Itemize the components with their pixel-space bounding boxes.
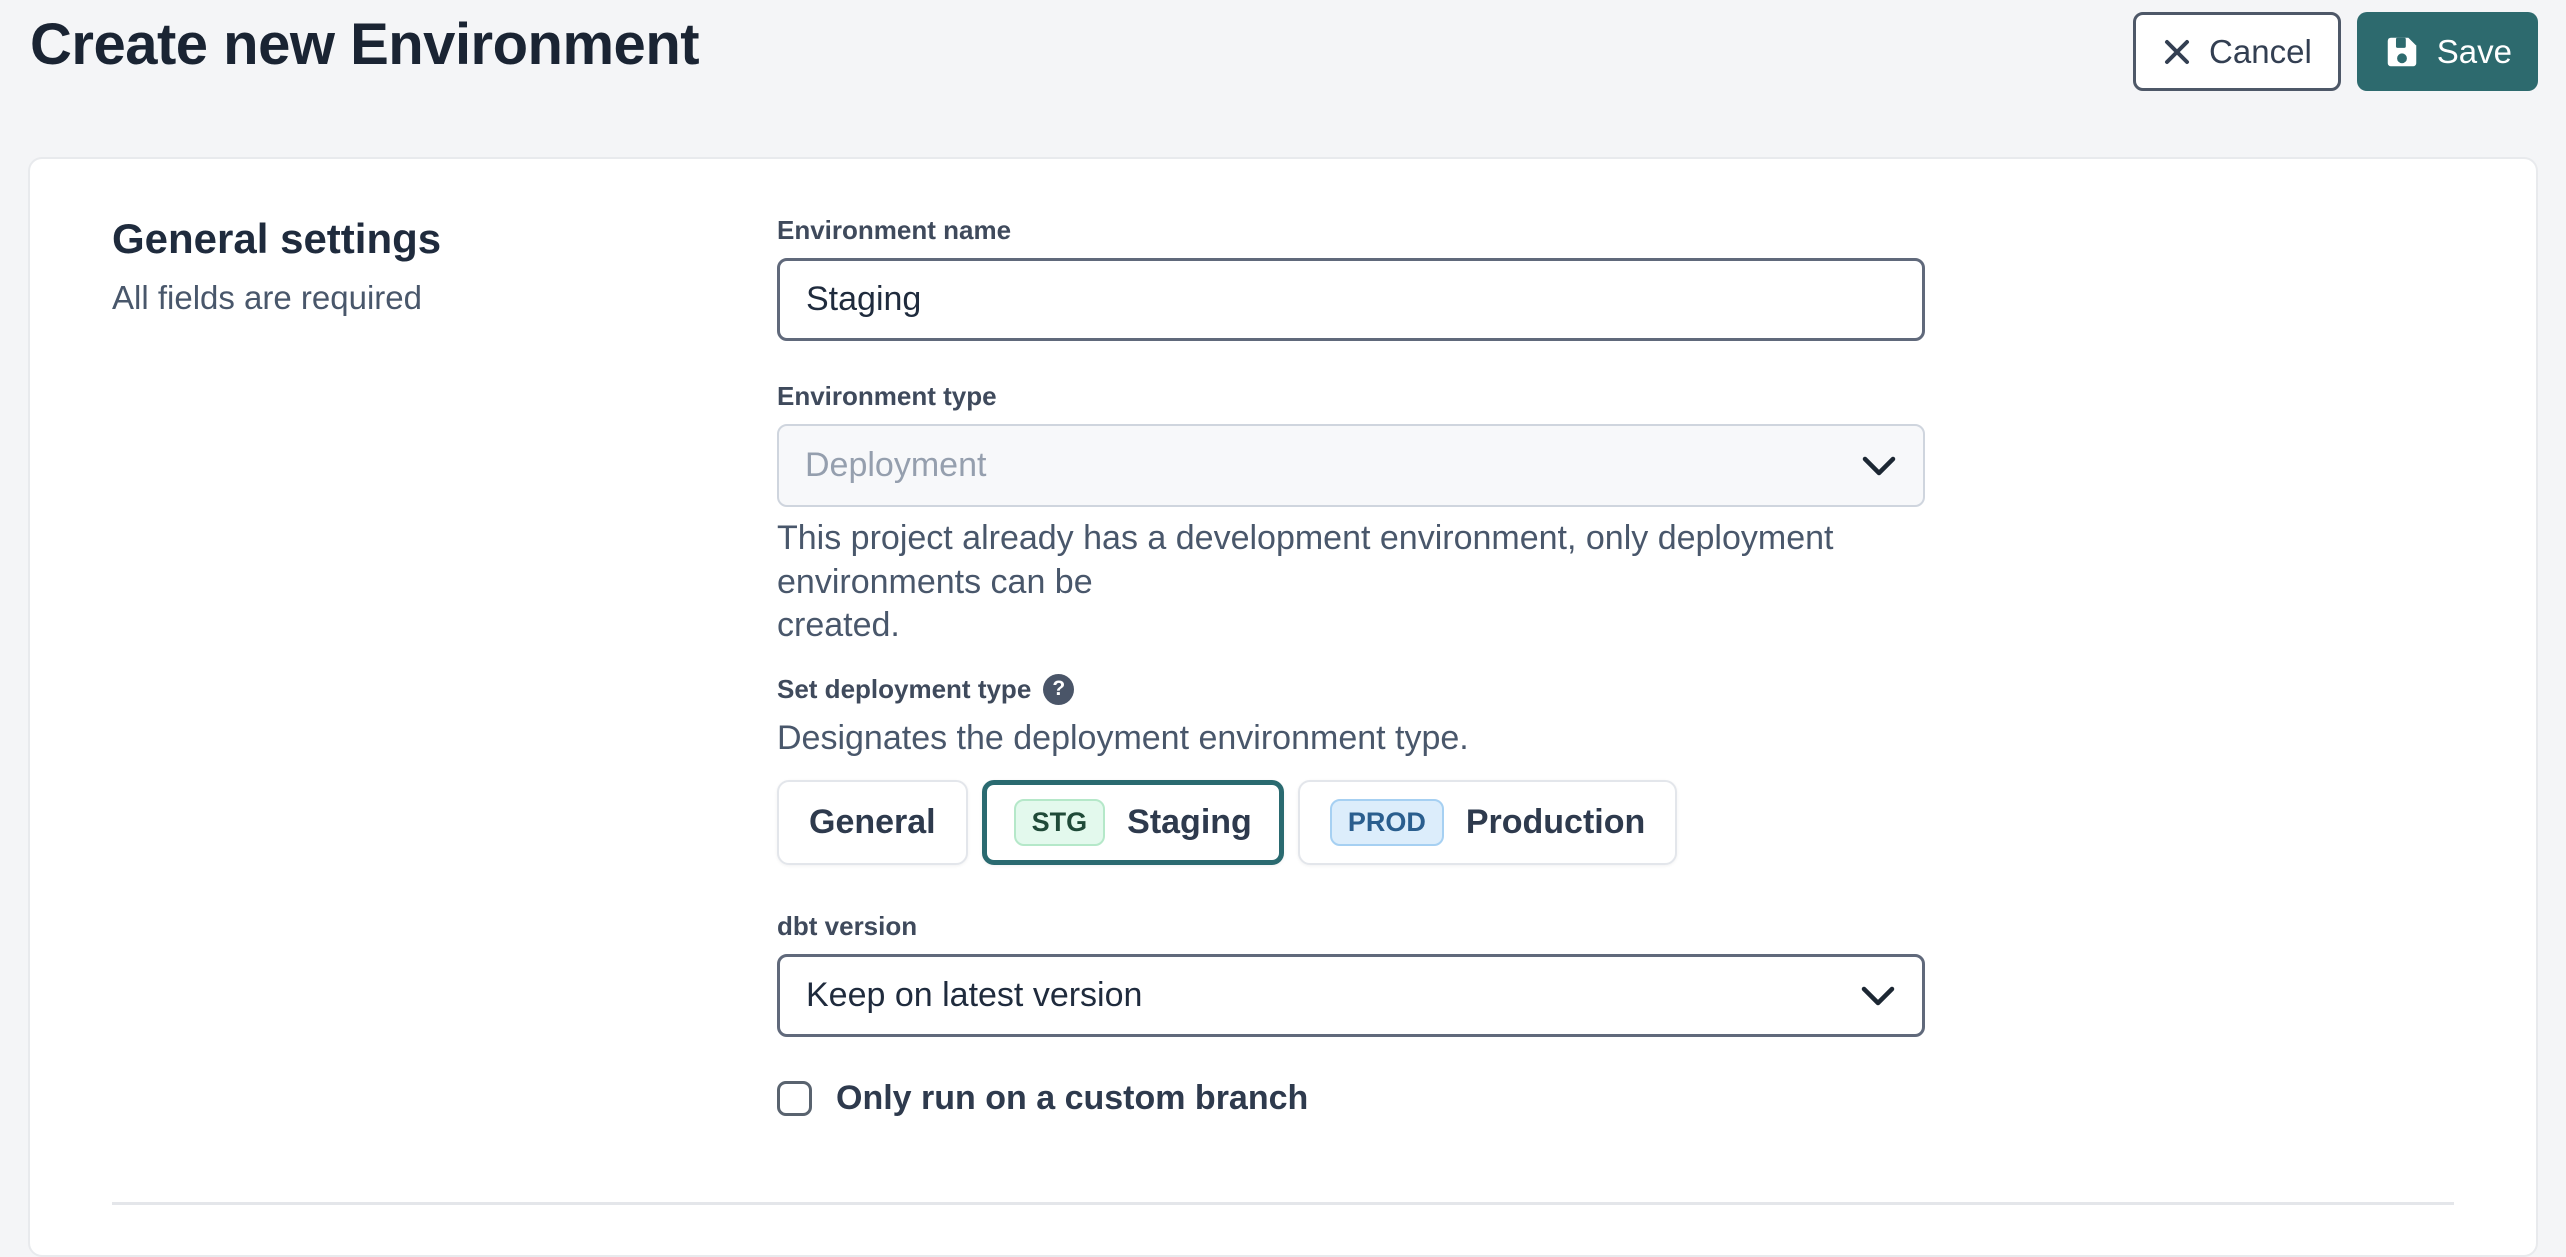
cancel-button-label: Cancel (2209, 33, 2312, 71)
deployment-type-option-production[interactable]: PROD Production (1298, 780, 1677, 865)
help-icon[interactable]: ? (1043, 674, 1074, 705)
chevron-down-icon (1861, 455, 1897, 477)
section-divider (112, 1202, 2454, 1205)
environment-type-helper: This project already has a development e… (777, 517, 1925, 648)
dbt-version-select[interactable]: Keep on latest version (777, 954, 1925, 1037)
section-heading: General settings (112, 215, 777, 263)
save-floppy-icon (2383, 33, 2421, 71)
environment-name-label: Environment name (777, 215, 1925, 246)
dbt-version-value: Keep on latest version (806, 976, 1142, 1015)
deployment-type-options: General STG Staging PROD Production (777, 780, 1925, 865)
deployment-type-option-general-label: General (809, 803, 936, 842)
settings-form: Environment name Environment type Deploy… (777, 215, 1925, 1118)
environment-name-group: Environment name (777, 215, 1925, 341)
deployment-type-helper: Designates the deployment environment ty… (777, 717, 1925, 761)
environment-type-helper-line2: created. (777, 606, 900, 644)
deployment-type-option-staging-label: Staging (1127, 803, 1252, 842)
cancel-button[interactable]: Cancel (2133, 12, 2341, 91)
environment-type-group: Environment type Deployment This project… (777, 381, 1925, 648)
environment-type-helper-line1: This project already has a development e… (777, 519, 1833, 601)
settings-card: General settings All fields are required… (28, 157, 2538, 1257)
page-title: Create new Environment (30, 12, 699, 79)
deployment-type-group: Set deployment type ? Designates the dep… (777, 674, 1925, 866)
staging-badge: STG (1014, 799, 1106, 847)
deployment-type-option-production-label: Production (1466, 803, 1645, 842)
custom-branch-row: Only run on a custom branch (777, 1079, 1925, 1118)
save-button[interactable]: Save (2357, 12, 2538, 91)
chevron-down-icon (1860, 985, 1896, 1007)
save-button-label: Save (2437, 33, 2512, 71)
deployment-type-option-staging[interactable]: STG Staging (982, 780, 1284, 865)
deployment-type-option-general[interactable]: General (777, 780, 968, 865)
environment-type-select[interactable]: Deployment (777, 424, 1925, 507)
deployment-type-label: Set deployment type (777, 674, 1031, 705)
section-intro: General settings All fields are required (112, 215, 777, 1118)
dbt-version-group: dbt version Keep on latest version (777, 911, 1925, 1037)
section-subheading: All fields are required (112, 279, 777, 317)
custom-branch-checkbox[interactable] (777, 1081, 812, 1116)
topbar: Create new Environment Cancel Save (0, 0, 2566, 157)
dbt-version-label: dbt version (777, 911, 1925, 942)
production-badge: PROD (1330, 799, 1444, 847)
header-actions: Cancel Save (2133, 12, 2538, 91)
close-icon (2162, 37, 2192, 67)
custom-branch-label[interactable]: Only run on a custom branch (836, 1079, 1308, 1118)
deployment-type-label-row: Set deployment type ? (777, 674, 1925, 705)
environment-name-input[interactable] (777, 258, 1925, 341)
environment-type-label: Environment type (777, 381, 1925, 412)
environment-type-value: Deployment (805, 446, 986, 485)
